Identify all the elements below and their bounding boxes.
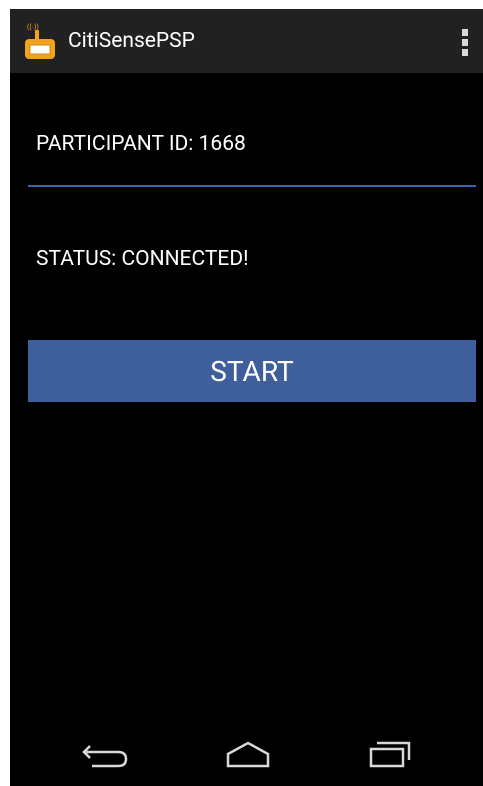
back-icon[interactable]	[68, 732, 148, 776]
overflow-menu-icon[interactable]	[450, 21, 480, 61]
navigation-bar	[10, 722, 483, 786]
app-screen: ((·)) CitiSensePSP PARTICIPANT ID: 1668 …	[10, 9, 483, 786]
svg-text:((·)): ((·))	[27, 24, 39, 31]
recents-icon[interactable]	[348, 732, 428, 776]
action-bar: ((·)) CitiSensePSP	[10, 9, 483, 73]
overflow-dot	[462, 49, 468, 56]
overflow-dot	[462, 39, 468, 46]
app-icon: ((·))	[24, 21, 58, 61]
status-label: STATUS: CONNECTED!	[36, 247, 249, 271]
participant-id-underline	[28, 185, 476, 187]
start-button[interactable]: START	[28, 340, 476, 402]
app-title: CitiSensePSP	[68, 29, 195, 53]
participant-id-label: PARTICIPANT ID: 1668	[36, 132, 246, 156]
home-icon[interactable]	[208, 732, 288, 776]
overflow-dot	[462, 29, 468, 36]
